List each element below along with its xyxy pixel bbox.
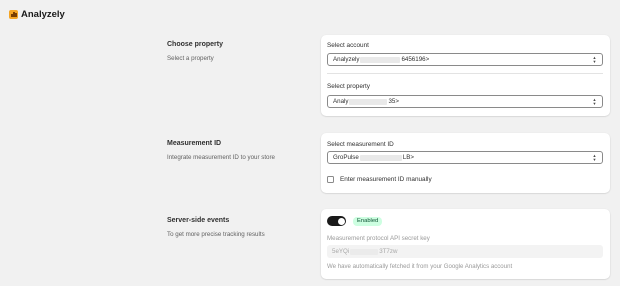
account-select-value-end: 6456196> — [401, 56, 430, 63]
measurement-select-value-end: LB> — [402, 154, 414, 161]
app-title: Analyzely — [21, 8, 65, 20]
property-select-value-end: 35> — [388, 98, 399, 105]
measurement-section-description: Integrate measurement ID to your store — [167, 154, 275, 161]
chevron-up-down-icon: ▲ ▼ — [592, 55, 597, 64]
secret-key-help-text: We have automatically fetched it from yo… — [327, 263, 513, 270]
server-section-title: Server-side events — [167, 217, 230, 224]
measurement-card: Select measurement ID GroPulse LB> ▲ ▼ En… — [321, 133, 610, 193]
property-select[interactable]: Analy 35> ▲ ▼ — [327, 95, 603, 108]
account-label: Select account — [327, 42, 369, 49]
secret-key-value-end: 3T7zw — [379, 248, 398, 255]
manual-measurement-checkbox[interactable] — [327, 176, 334, 183]
property-section-description: Select a property — [167, 55, 214, 62]
redacted-text — [360, 56, 401, 63]
account-select[interactable]: Analyzely 6456196> ▲ ▼ — [327, 53, 603, 66]
measurement-select-label: Select measurement ID — [327, 141, 394, 148]
measurement-select[interactable]: GroPulse LB> ▲ ▼ — [327, 151, 603, 164]
chevron-up-down-icon: ▲ ▼ — [592, 97, 597, 106]
bar-chart-icon — [9, 9, 18, 19]
toggle-knob — [337, 217, 345, 225]
divider — [327, 73, 603, 74]
property-select-value-start: Analy — [333, 98, 349, 105]
manual-measurement-label[interactable]: Enter measurement ID manually — [340, 176, 432, 183]
account-select-value-start: Analyzely — [333, 56, 360, 63]
property-section-title: Choose property — [167, 41, 224, 48]
property-label: Select property — [327, 83, 370, 90]
chevron-up-down-icon: ▲ ▼ — [592, 153, 597, 162]
server-section-description: To get more precise tracking results — [167, 231, 265, 238]
app-header: Analyzely — [0, 0, 620, 28]
server-events-toggle[interactable] — [327, 216, 346, 226]
secret-key-label: Measurement protocol API secret key — [327, 235, 430, 242]
server-events-card: Enabled Measurement protocol API secret … — [321, 209, 610, 279]
measurement-select-value-start: GroPulse — [333, 154, 359, 161]
status-badge: Enabled — [353, 216, 383, 226]
redacted-text — [359, 154, 402, 161]
secret-key-field: 5eYQi 3T7zw — [327, 245, 603, 258]
measurement-section-title: Measurement ID — [167, 140, 222, 147]
secret-key-value-start: 5eYQi — [332, 248, 350, 255]
redacted-text — [349, 98, 388, 105]
redacted-text — [350, 248, 379, 255]
property-card: Select account Analyzely 6456196> ▲ ▼ Sel… — [321, 35, 610, 116]
